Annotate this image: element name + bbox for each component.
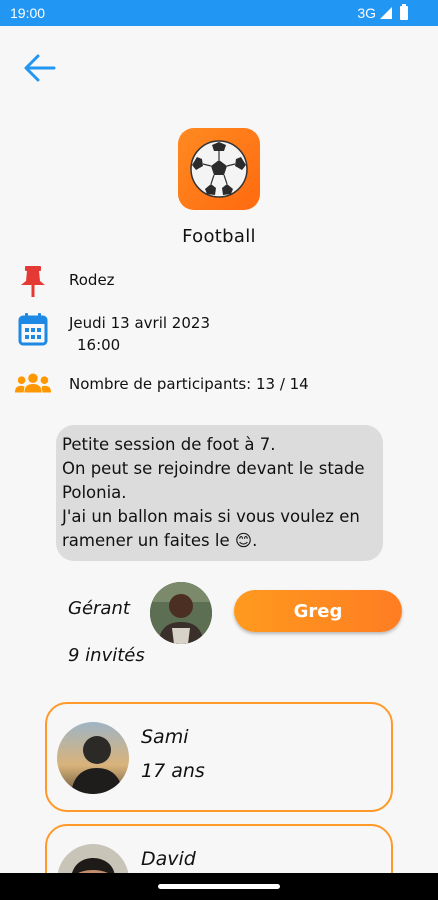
date-row: Jeudi 13 avril 2023 16:00 (14, 312, 210, 356)
location-row: Rodez (14, 264, 115, 298)
sport-icon (178, 128, 260, 210)
participant-avatar (57, 722, 129, 794)
participant-name: David (141, 848, 196, 870)
soccer-ball-icon (190, 140, 248, 198)
date-text: Jeudi 13 avril 2023 (69, 314, 210, 332)
participant-age: 17 ans (141, 760, 205, 782)
network-type: 3G (357, 5, 376, 21)
sport-title: Football (182, 226, 256, 247)
group-icon (14, 372, 52, 394)
home-indicator[interactable] (158, 884, 280, 889)
status-indicators: 3G (357, 4, 408, 21)
location-text: Rodez (69, 271, 115, 289)
manager-label: Gérant (68, 598, 130, 619)
participants-count: Nombre de participants: 13 / 14 (69, 375, 309, 393)
manager-avatar (150, 582, 212, 644)
participants-row: Nombre de participants: 13 / 14 (14, 372, 309, 395)
participant-card[interactable]: Sami 17 ans (45, 702, 393, 812)
status-bar: 19:00 3G (0, 0, 438, 26)
arrow-left-icon (24, 54, 56, 82)
pin-icon (14, 264, 52, 298)
guests-count: 9 invités (68, 645, 145, 666)
date-block: Jeudi 13 avril 2023 16:00 (69, 312, 210, 356)
battery-icon (400, 4, 408, 20)
calendar-icon (14, 312, 52, 346)
time-text: 16:00 (77, 336, 121, 354)
participant-name: Sami (141, 726, 189, 748)
back-button[interactable] (22, 52, 58, 84)
signal-icon (380, 7, 392, 19)
status-time: 19:00 (10, 5, 46, 21)
event-description: Petite session de foot à 7. On peut se r… (56, 425, 383, 561)
manager-name-button[interactable]: Greg (234, 590, 402, 632)
